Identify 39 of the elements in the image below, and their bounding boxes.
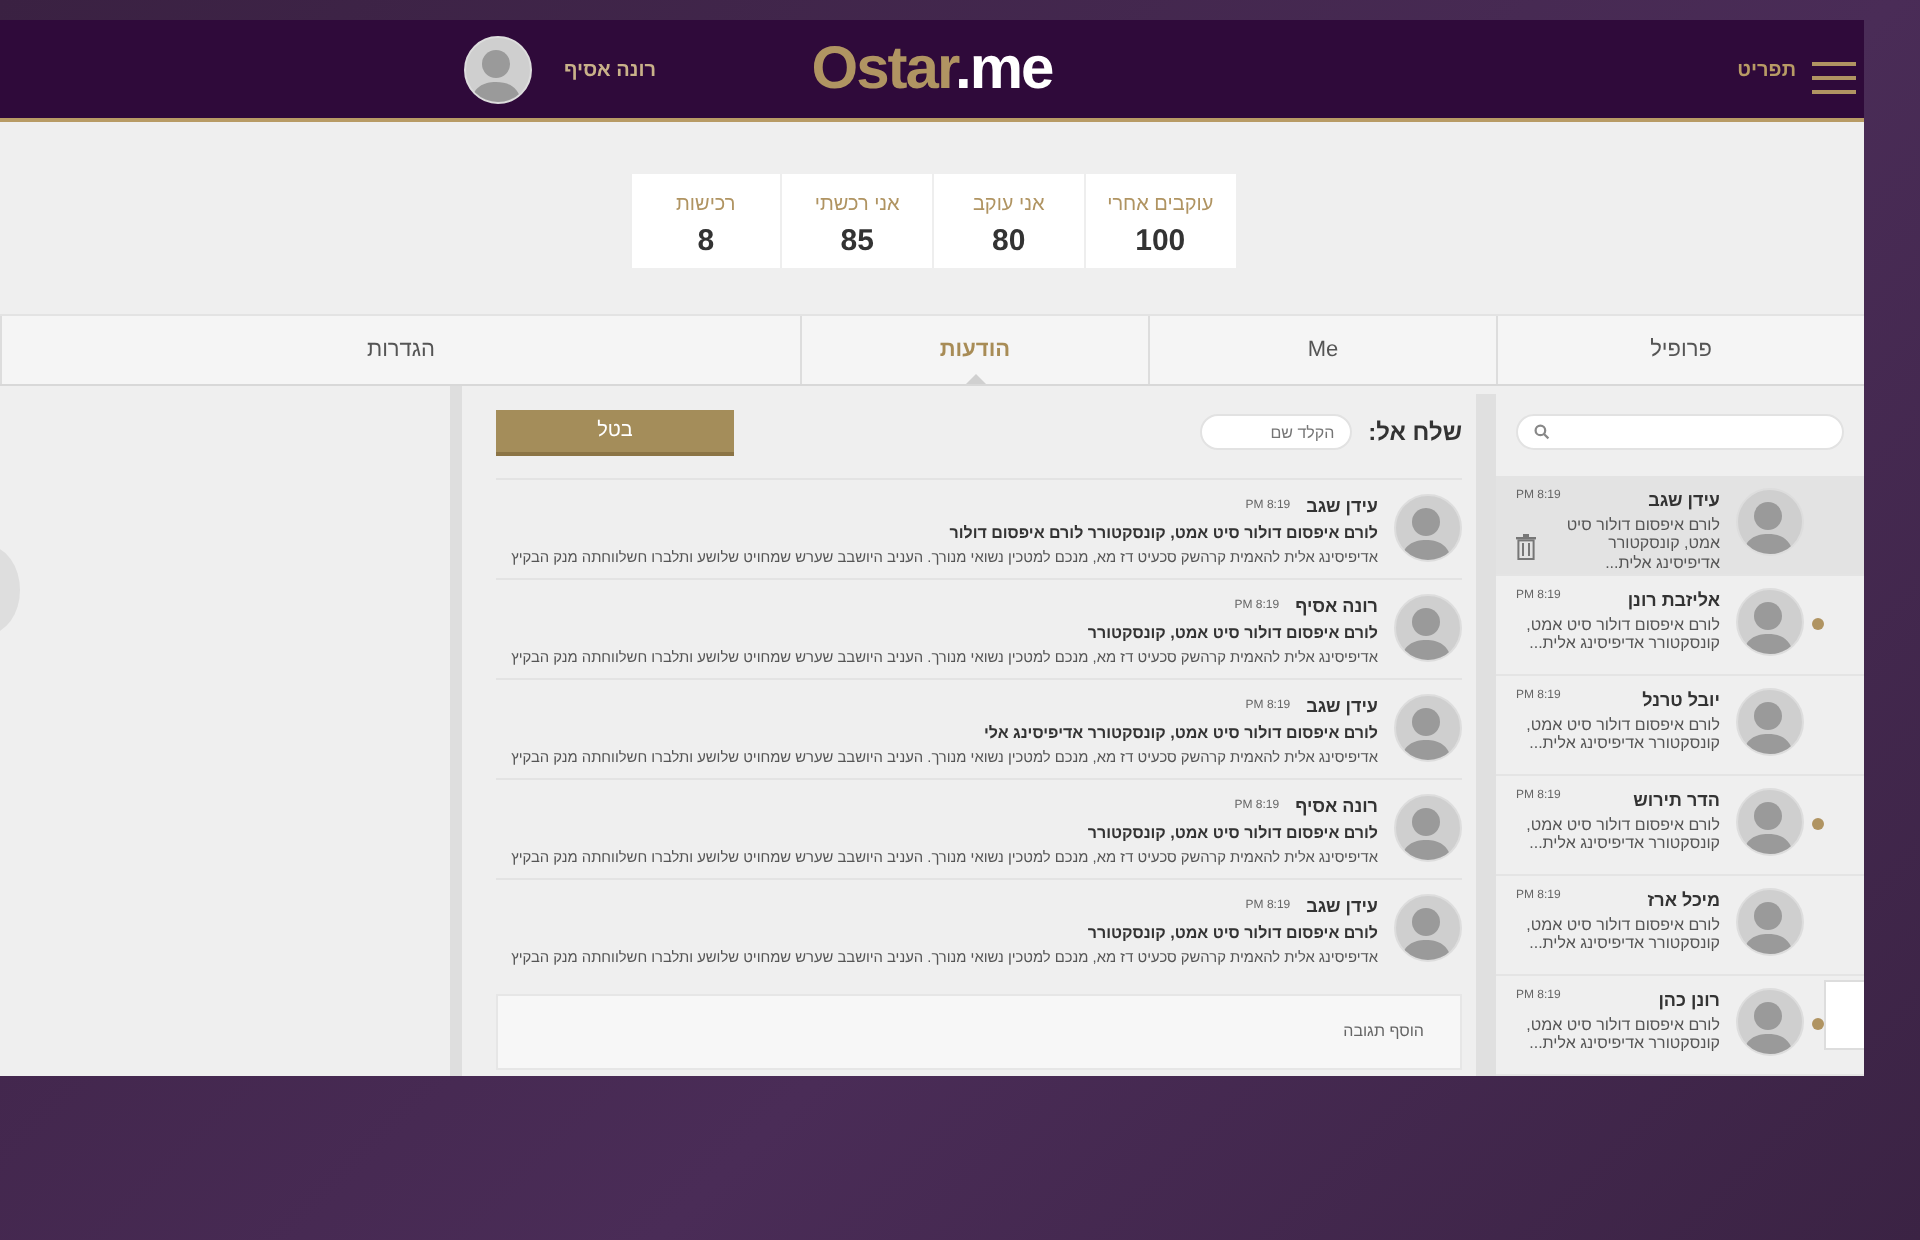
message-subject: לורם איפסום דולור סיט אמט, קונסקטורר	[1085, 621, 1378, 645]
stat-value: 100	[1133, 222, 1188, 262]
contact-name: יובל טרנל	[1642, 688, 1720, 714]
sender-name: עידן שגב	[1306, 694, 1378, 720]
message-preview: לורם איפסום דולור סיט אמט, קונסקטורר אדיפיסינג אלית...	[1524, 815, 1720, 854]
contact-name: עידן שגב	[1648, 488, 1720, 514]
tab[interactable]: הגדרות	[0, 316, 800, 384]
message-subject: לורם איפסום דולור סיט אמט, קונסקטורר	[1085, 921, 1378, 945]
sender-name: עידן שגב	[1306, 494, 1378, 520]
user-name: רונה אסיף	[564, 57, 656, 85]
menu-label[interactable]: תפריט	[1737, 55, 1796, 85]
contact-name: רונן כהן	[1658, 988, 1720, 1014]
stat-label: עוקבים אחרי	[1105, 192, 1216, 220]
stat-label: אני רכשתי	[812, 192, 902, 220]
message-subject: לורם איפסום דולור סיט אמט, קונסקטורר לורם איפסום דולור	[947, 521, 1378, 545]
stat-value: 80	[990, 222, 1028, 262]
contact-name: הדר תירוש	[1633, 788, 1720, 814]
message-preview: לורם איפסום דולור סיט אמט, קונסקטורר אדיפיסינג אלית...	[1524, 915, 1720, 954]
sender-name: עידן שגב	[1306, 894, 1378, 920]
sender-name: רונה אסיף	[1295, 594, 1378, 620]
recipient-label: שלח אל:	[1368, 416, 1462, 450]
message-preview: לורם איפסום דולור סיט אמט, קונסקטורר אדיפיסינג אלית...	[1564, 515, 1720, 573]
stat-label: אני עוקב	[970, 192, 1047, 220]
contact-name: מיכל ארז	[1647, 888, 1720, 914]
recipient-field[interactable]: הקלד שם	[1200, 414, 1353, 450]
stat-value: 8	[695, 222, 717, 262]
message-subject: לורם איפסום דולור סיט אמט, קונסקטורר	[1085, 821, 1378, 845]
reply-field[interactable]: הוסף תגובה	[496, 994, 1462, 1070]
logo: Ostar.me	[811, 39, 1053, 99]
tab[interactable]: פרופיל	[1496, 316, 1864, 384]
message-preview: לורם איפסום דולור סיט אמט, קונסקטורר אדיפיסינג אלית...	[1524, 1015, 1720, 1054]
stat-value: 85	[838, 222, 876, 262]
contact-name: אליזבת רונן	[1627, 588, 1720, 614]
message-preview: לורם איפסום דולור סיט אמט, קונסקטורר אדיפיסינג אלית...	[1524, 715, 1720, 754]
message-subject: לורם איפסום דולור סיט אמט, קונסקטורר אדיפיסינג אלי	[982, 721, 1378, 745]
sender-name: רונה אסיף	[1295, 794, 1378, 820]
message-preview: לורם איפסום דולור סיט אמט, קונסקטורר אדיפיסינג אלית...	[1524, 615, 1720, 654]
stat-label: רכישות	[674, 192, 738, 220]
tab[interactable]: Me	[1148, 316, 1496, 384]
